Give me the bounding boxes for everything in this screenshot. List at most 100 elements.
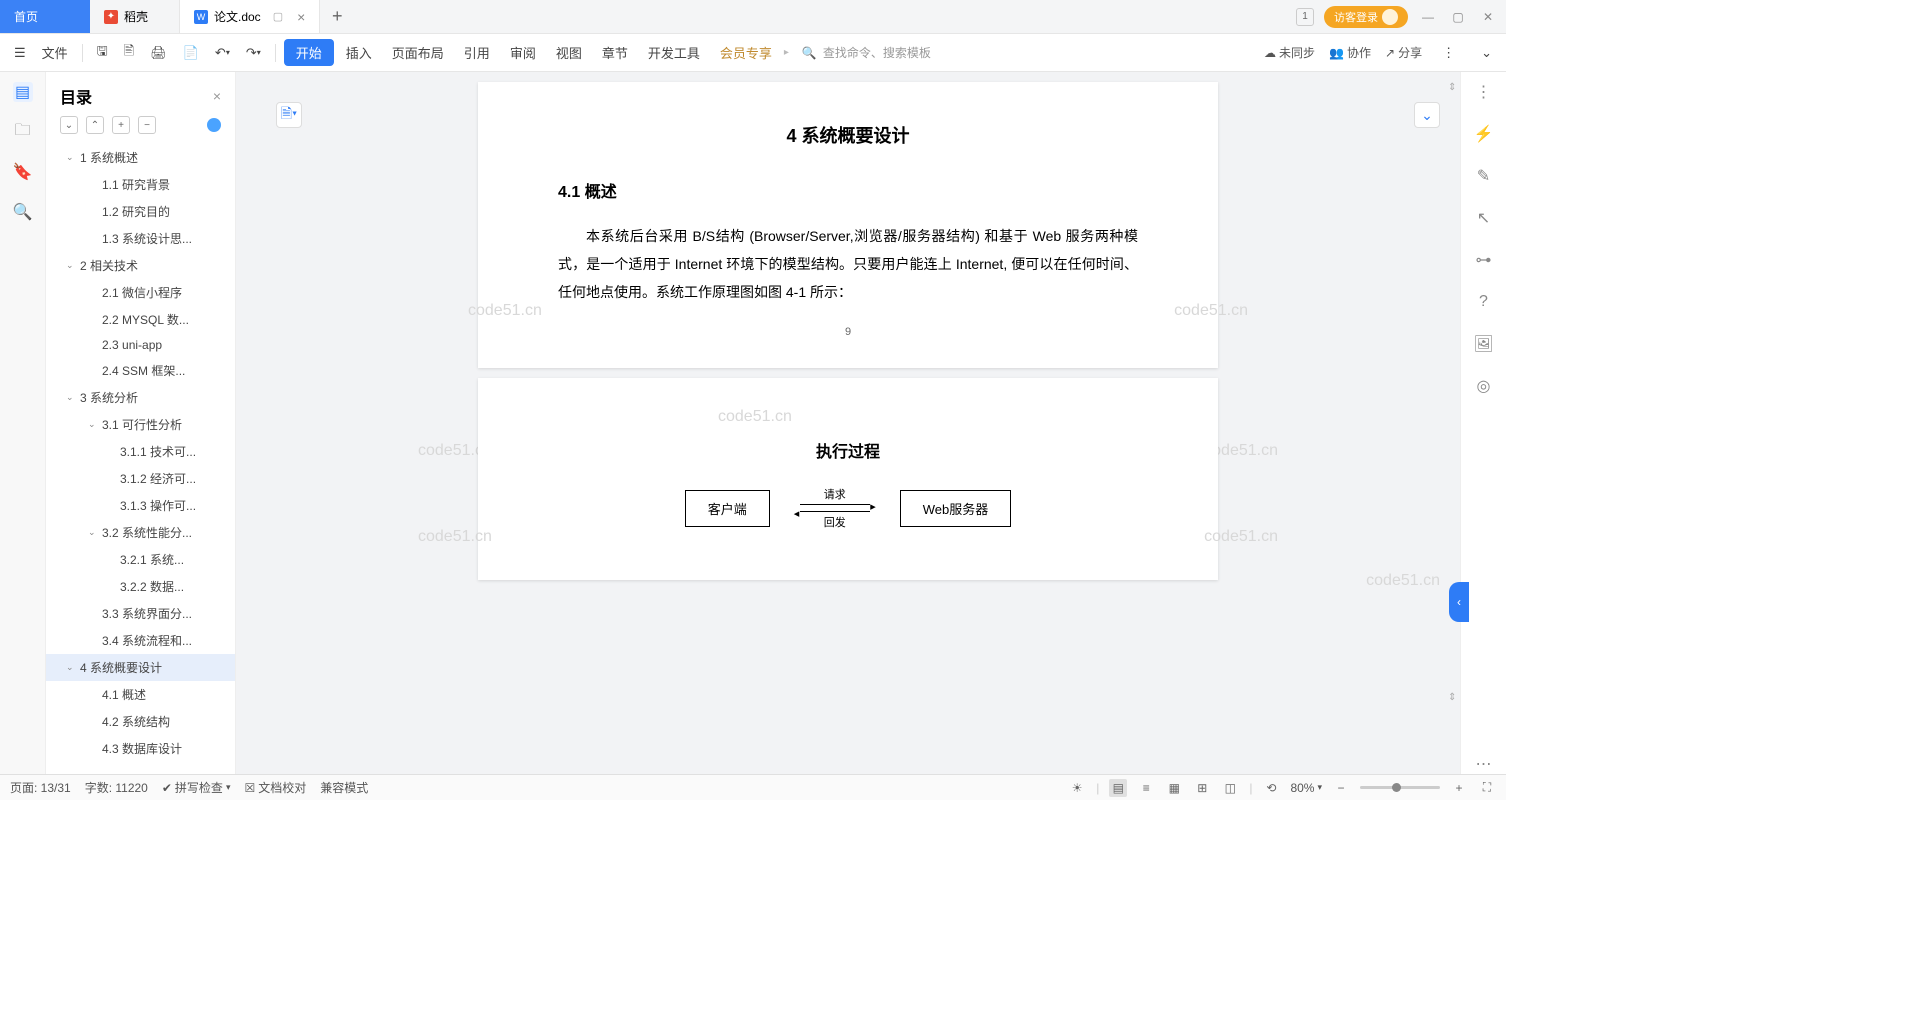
outline-item[interactable]: 2.4 SSM 框架...	[46, 357, 235, 384]
page-indicator[interactable]: 页面: 13/31	[10, 779, 71, 796]
proofread-button[interactable]: ☒文档校对	[244, 779, 306, 796]
image-tool-icon[interactable]: 🖼	[1474, 334, 1494, 354]
maximize-icon[interactable]: ▢	[1448, 7, 1468, 27]
outline-item[interactable]: 2.2 MYSQL 数...	[46, 306, 235, 333]
zoom-out-icon[interactable]: −	[1332, 779, 1350, 797]
tab-home[interactable]: 首页	[0, 0, 90, 33]
outline-item[interactable]: 1.1 研究背景	[46, 171, 235, 198]
layout-view-icon[interactable]: ⊞	[1193, 779, 1211, 797]
tab-docker[interactable]: ✦ 稻壳	[90, 0, 180, 33]
edit-icon[interactable]: ✎	[1474, 166, 1494, 186]
redo-icon[interactable]: ↷▾	[240, 41, 267, 65]
clipboard-icon[interactable]: 🗀	[13, 122, 33, 142]
outline-view-icon[interactable]: ≡	[1137, 779, 1155, 797]
cursor-icon[interactable]: ↖	[1474, 208, 1494, 228]
outline-item[interactable]: ⌄3.1 可行性分析	[46, 411, 235, 438]
tab-references[interactable]: 引用	[456, 39, 498, 66]
settings-rail-icon[interactable]: ⋮	[1474, 82, 1494, 102]
zoom-in-icon[interactable]: +	[1450, 779, 1468, 797]
tab-view[interactable]: 视图	[548, 39, 590, 66]
window-close-icon[interactable]: ✕	[1478, 7, 1498, 27]
outline-close-icon[interactable]: ×	[213, 88, 221, 104]
outline-add-icon[interactable]: +	[112, 116, 130, 134]
tab-page-layout[interactable]: 页面布局	[384, 39, 452, 66]
sync-button[interactable]: ☁未同步	[1264, 44, 1315, 61]
save-as-icon[interactable]: 🖹	[118, 38, 140, 68]
menu-icon[interactable]: ☰	[8, 41, 32, 65]
expand-all-icon[interactable]: ⌃	[86, 116, 104, 134]
outline-item[interactable]: 4.3 数据库设计	[46, 735, 235, 762]
outline-item[interactable]: 3.1.1 技术可...	[46, 438, 235, 465]
reset-view-icon[interactable]: ⟲	[1262, 779, 1280, 797]
file-menu[interactable]: 文件	[36, 39, 74, 66]
tab-window-icon[interactable]: ▢	[273, 10, 283, 23]
collapse-ribbon-icon[interactable]: ⌄	[1475, 41, 1498, 65]
spellcheck-button[interactable]: ✔拼写检查▾	[162, 779, 231, 796]
outline-item[interactable]: 3.2.2 数据...	[46, 573, 235, 600]
help-icon[interactable]: ?	[1474, 292, 1494, 312]
outline-item[interactable]: ⌄3 系统分析	[46, 384, 235, 411]
outline-item[interactable]: 3.1.2 经济可...	[46, 465, 235, 492]
zoom-level[interactable]: 80%▾	[1290, 781, 1322, 795]
outline-item[interactable]: 3.4 系统流程和...	[46, 627, 235, 654]
document-canvas[interactable]: 🗎▾ ⌄ 4 系统概要设计 4.1 概述 本系统后台采用 B/S结构 (Brow…	[236, 72, 1460, 774]
outline-indicator-icon[interactable]	[207, 118, 221, 132]
collapse-all-icon[interactable]: ⌄	[60, 116, 78, 134]
outline-remove-icon[interactable]: −	[138, 116, 156, 134]
ruler-icon[interactable]: ⇕	[1448, 82, 1458, 93]
new-tab-button[interactable]: +	[320, 0, 354, 33]
outline-item[interactable]: 2.3 uni-app	[46, 333, 235, 357]
compat-mode[interactable]: 兼容模式	[320, 779, 368, 796]
outline-item[interactable]: 1.2 研究目的	[46, 198, 235, 225]
outline-item[interactable]: ⌄2 相关技术	[46, 252, 235, 279]
outline-item[interactable]: 3.1.3 操作可...	[46, 492, 235, 519]
tab-review[interactable]: 审阅	[502, 39, 544, 66]
outline-item[interactable]: ⌄3.2 系统性能分...	[46, 519, 235, 546]
outline-icon[interactable]: ▤	[13, 82, 33, 102]
outline-item[interactable]: ⌄4 系统概要设计	[46, 654, 235, 681]
search-rail-icon[interactable]: 🔍	[13, 202, 33, 222]
more-icon[interactable]: ⋮	[1436, 41, 1461, 65]
more-tools-icon[interactable]: ⋯	[1474, 754, 1494, 774]
web-view-icon[interactable]: ▦	[1165, 779, 1183, 797]
tab-insert[interactable]: 插入	[338, 39, 380, 66]
left-rail: ▤ 🗀 🔖 🔍	[0, 72, 46, 774]
command-search[interactable]: 🔍 查找命令、搜索模板	[793, 40, 940, 65]
bookmark-icon[interactable]: 🔖	[13, 162, 33, 182]
collab-button[interactable]: 👥协作	[1329, 44, 1371, 61]
save-icon[interactable]: 🖫	[91, 38, 114, 68]
rocket-icon[interactable]: ⚡	[1474, 124, 1494, 144]
word-count[interactable]: 字数: 11220	[85, 779, 148, 796]
expand-panel-tab[interactable]: ‹	[1449, 582, 1469, 622]
tab-vip[interactable]: 会员专享	[712, 39, 780, 66]
outline-item[interactable]: 3.3 系统界面分...	[46, 600, 235, 627]
zoom-slider[interactable]	[1360, 786, 1440, 789]
guest-login-button[interactable]: 访客登录	[1324, 6, 1408, 28]
outline-item[interactable]: 1.3 系统设计思...	[46, 225, 235, 252]
target-icon[interactable]: ◎	[1474, 376, 1494, 396]
minimize-icon[interactable]: —	[1418, 7, 1438, 27]
outline-item[interactable]: 4.2 系统结构	[46, 708, 235, 735]
page-options-icon[interactable]: 🗎▾	[276, 102, 302, 128]
outline-item[interactable]: 4.1 概述	[46, 681, 235, 708]
collapse-page-icon[interactable]: ⌄	[1414, 102, 1440, 128]
adjust-icon[interactable]: ⊶	[1474, 250, 1494, 270]
page-view-icon[interactable]: ▤	[1109, 779, 1127, 797]
print-preview-icon[interactable]: 📄	[177, 41, 205, 65]
tab-devtools[interactable]: 开发工具	[640, 39, 708, 66]
print-icon[interactable]: 🖨	[144, 41, 173, 65]
undo-icon[interactable]: ↶▾	[209, 41, 236, 65]
fullscreen-icon[interactable]: ⛶	[1478, 779, 1496, 797]
read-mode-icon[interactable]: ☀	[1068, 779, 1086, 797]
tab-start[interactable]: 开始	[284, 39, 334, 66]
tab-counter[interactable]: 1	[1296, 8, 1314, 26]
tab-document[interactable]: W 论文.doc ▢ ×	[180, 0, 320, 33]
close-icon[interactable]: ×	[297, 9, 305, 25]
ruler-icon[interactable]: ⇕	[1448, 692, 1458, 703]
tab-chapter[interactable]: 章节	[594, 39, 636, 66]
outline-item[interactable]: ⌄1 系统概述	[46, 144, 235, 171]
share-button[interactable]: ↗分享	[1385, 44, 1422, 61]
thumbnail-view-icon[interactable]: ◫	[1221, 779, 1239, 797]
outline-item[interactable]: 3.2.1 系统...	[46, 546, 235, 573]
outline-item[interactable]: 2.1 微信小程序	[46, 279, 235, 306]
